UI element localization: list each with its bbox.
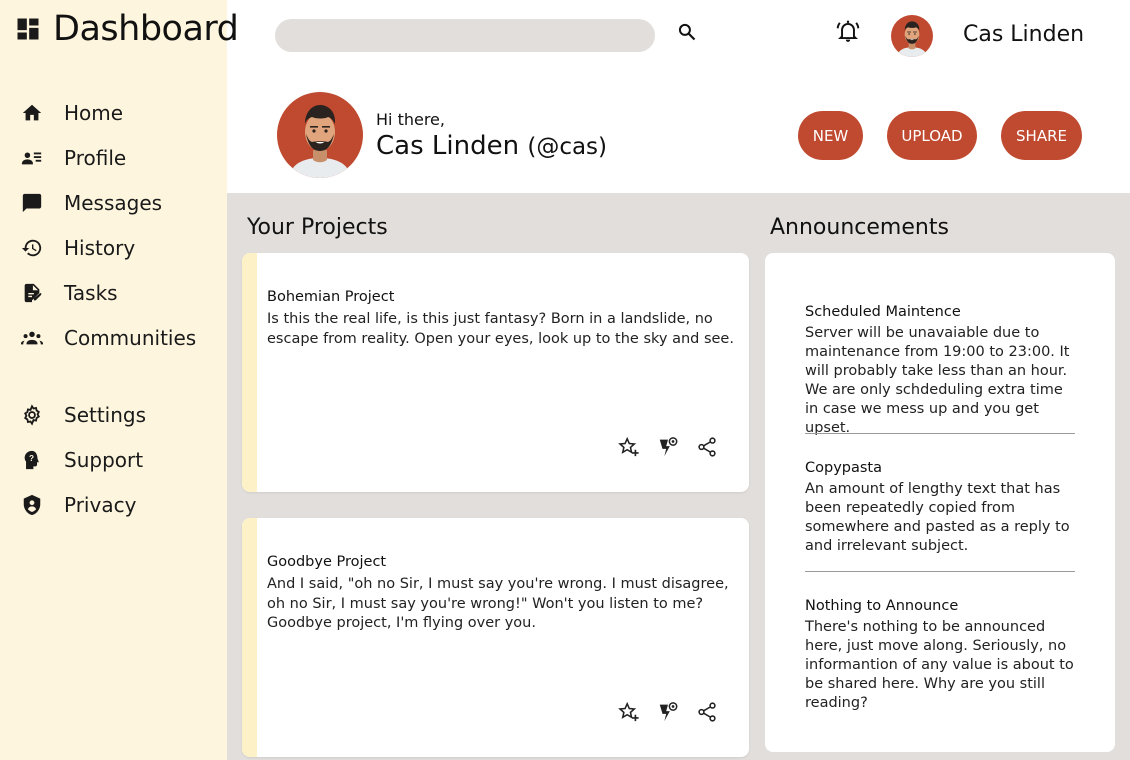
announcement-item: Scheduled Maintence Server will be unava… [805,303,1075,438]
home-icon [20,101,44,125]
card-actions [617,435,719,459]
project-title: Goodbye Project [267,554,387,570]
share-icon[interactable] [695,700,719,724]
app-title: Dashboard [53,9,239,49]
dashboard-logo-icon [14,15,42,43]
sidebar-item-label: Tasks [64,280,118,305]
project-card[interactable]: Bohemian Project Is this the real life, … [242,253,749,492]
announcement-title: Scheduled Maintence [805,304,961,320]
sidebar-item-label: Profile [64,145,127,170]
project-title: Bohemian Project [267,289,395,305]
support-icon: ? [20,448,44,472]
share-icon[interactable] [695,435,719,459]
profile-name: Cas Linden (@cas) [376,131,607,161]
announcement-item: Copypasta An amount of lengthy text that… [805,459,1075,556]
sidebar-item-history[interactable]: History [0,225,227,270]
communities-icon [20,326,44,350]
sidebar-item-home[interactable]: Home [0,90,227,135]
search-icon [677,22,697,47]
announcements-title: Announcements [770,215,949,240]
sidebar-item-label: Support [64,447,144,472]
project-description: Is this the real life, is this just fant… [267,311,734,347]
history-icon [20,236,44,260]
announcement-body: An amount of lengthy text that has been … [805,481,1070,554]
sidebar-item-privacy[interactable]: Privacy [0,482,227,527]
greeting-text: Hi there, [376,110,445,129]
announcements-card: Scheduled Maintence Server will be unava… [765,253,1115,752]
share-button[interactable]: SHARE [1001,111,1082,160]
secondary-nav: Settings ? Support Privacy [0,392,227,527]
upload-button[interactable]: UPLOAD [887,111,977,160]
svg-text:?: ? [29,453,34,462]
announcement-title: Nothing to Announce [805,598,959,614]
sidebar-item-label: Privacy [64,492,137,517]
project-card[interactable]: Goodbye Project And I said, "oh no Sir, … [242,518,749,757]
card-accent-bar [242,253,257,492]
sidebar-item-tasks[interactable]: Tasks [0,270,227,315]
divider [805,433,1075,434]
sidebar-item-label: Messages [64,190,163,215]
sidebar-item-messages[interactable]: Messages [0,180,227,225]
sidebar-item-label: History [64,235,136,260]
avatar[interactable] [891,15,933,57]
messages-icon [20,191,44,215]
profile-handle: (@cas) [527,134,608,160]
projects-title: Your Projects [247,215,388,240]
watch-icon[interactable] [656,700,680,724]
sidebar-item-label: Settings [64,402,147,427]
announcement-item: Nothing to Announce There's nothing to b… [805,597,1075,713]
project-description: And I said, "oh no Sir, I must say you'r… [267,576,729,631]
tasks-icon [20,281,44,305]
sidebar: Dashboard Home Profile Messages History … [0,0,239,760]
card-actions [617,700,719,724]
profile-avatar [277,92,363,178]
sidebar-item-communities[interactable]: Communities [0,315,227,360]
profile-icon [20,146,44,170]
settings-icon [20,403,44,427]
announcement-body: There's nothing to be announced here, ju… [805,619,1074,711]
sidebar-item-profile[interactable]: Profile [0,135,227,180]
sidebar-item-settings[interactable]: Settings [0,392,227,437]
brand[interactable]: Dashboard [14,9,239,49]
favorite-add-icon[interactable] [617,435,641,459]
notifications-button[interactable] [834,19,862,47]
profile-fullname: Cas Linden [376,131,520,161]
sidebar-item-label: Home [64,100,124,125]
watch-icon[interactable] [656,435,680,459]
divider [805,571,1075,572]
new-button[interactable]: NEW [798,111,863,160]
search-input[interactable] [275,19,655,52]
bell-icon [835,18,861,49]
search-button[interactable] [675,22,699,46]
sidebar-item-support[interactable]: ? Support [0,437,227,482]
card-accent-bar [242,518,257,757]
sidebar-item-label: Communities [64,325,197,350]
announcement-title: Copypasta [805,460,882,476]
primary-nav: Home Profile Messages History Tasks Comm… [0,90,227,360]
announcement-body: Server will be unavaiable due to mainten… [805,325,1070,436]
privacy-icon [20,493,44,517]
favorite-add-icon[interactable] [617,700,641,724]
header-username[interactable]: Cas Linden [963,22,1084,47]
